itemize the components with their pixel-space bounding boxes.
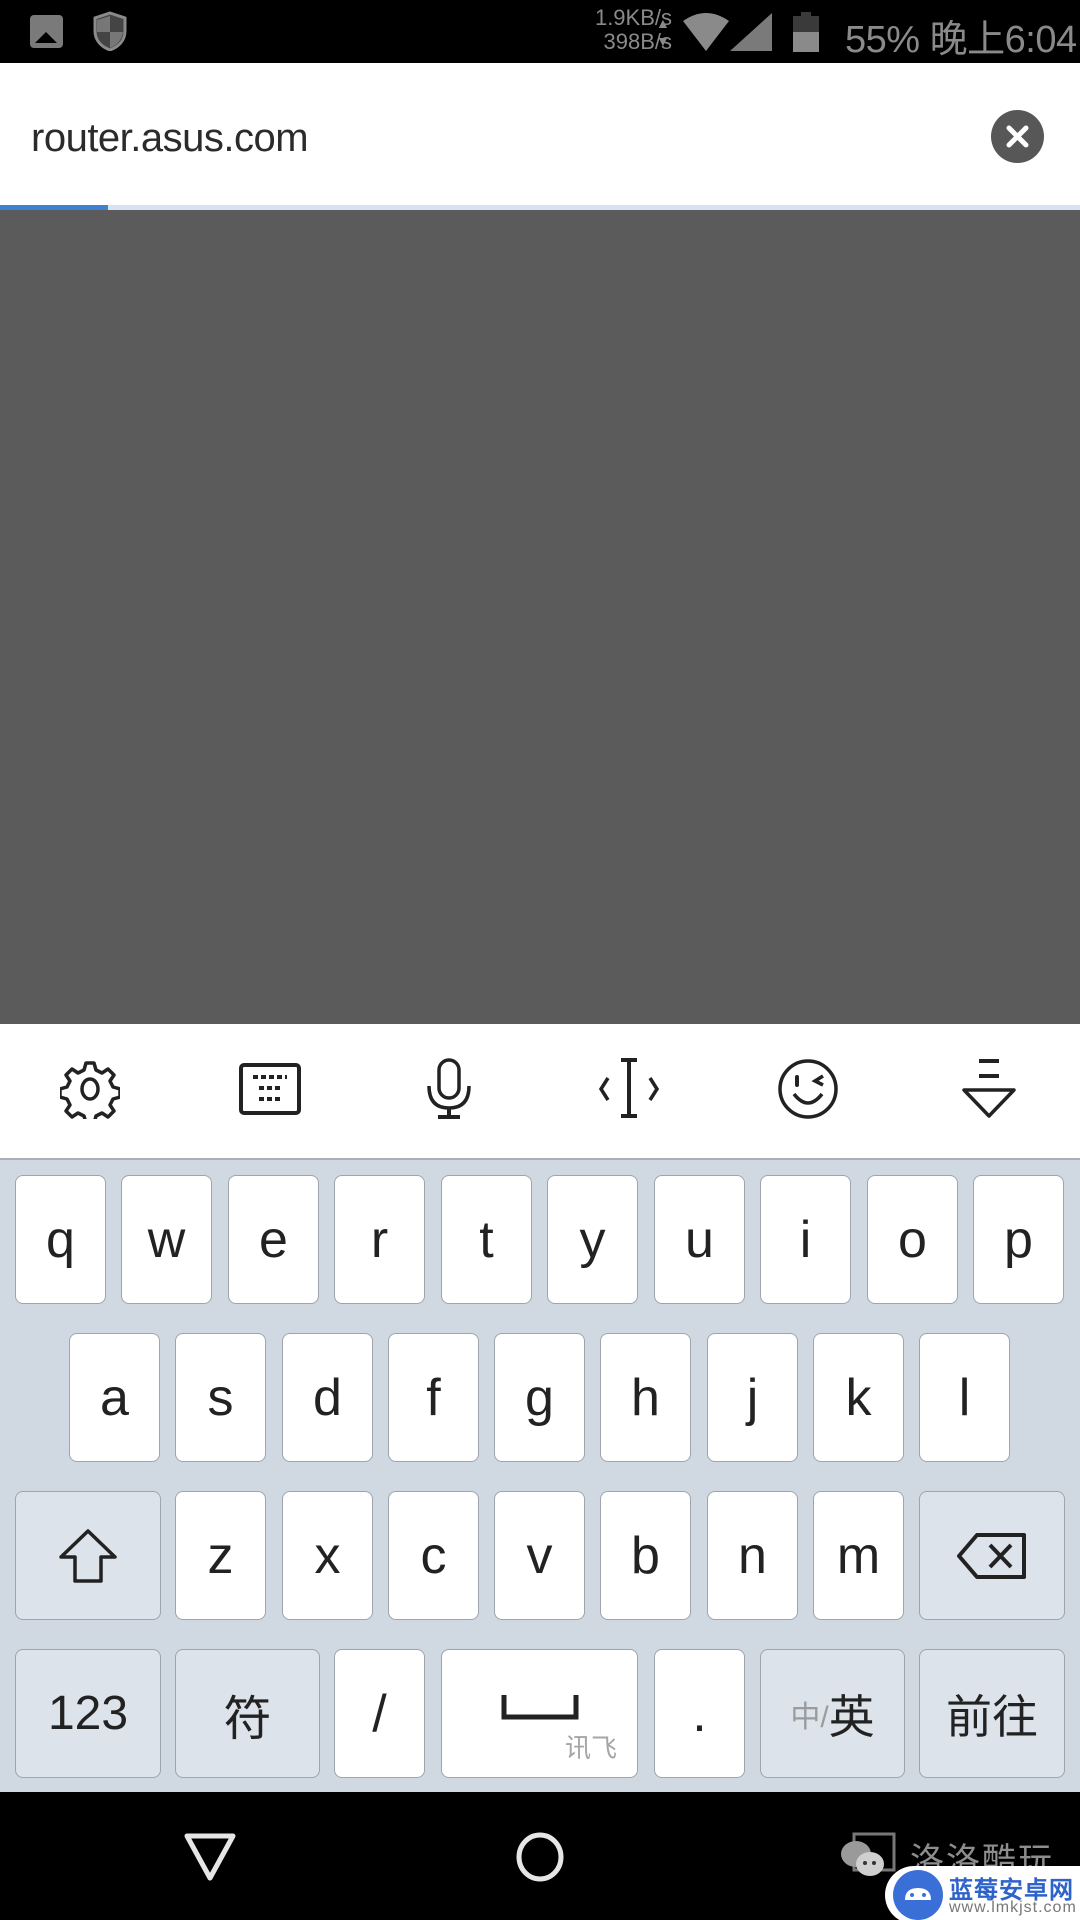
android-logo-icon (893, 1870, 943, 1920)
collapse-down-icon (962, 1059, 1016, 1118)
home-circle-icon (516, 1832, 564, 1882)
settings-button[interactable] (55, 1054, 125, 1124)
gallery-icon (30, 15, 63, 48)
battery-percent: 55% (845, 19, 920, 61)
key-o[interactable]: o (867, 1175, 958, 1304)
voice-input-button[interactable] (414, 1054, 484, 1124)
slash-key[interactable]: / (334, 1649, 425, 1778)
key-p[interactable]: p (973, 1175, 1064, 1304)
url-bar: router.asus.com (0, 63, 1080, 209)
shift-key[interactable] (15, 1491, 161, 1620)
numbers-key[interactable]: 123 (15, 1649, 161, 1778)
go-key[interactable]: 前往 (919, 1649, 1065, 1778)
key-y[interactable]: y (547, 1175, 638, 1304)
key-s[interactable]: s (175, 1333, 266, 1462)
period-key[interactable]: . (654, 1649, 745, 1778)
site-url: www.lmkjst.com (949, 1899, 1077, 1916)
space-ime-label: 讯飞 (564, 1733, 617, 1763)
soft-keyboard: q w e r t y u i o p a s d f g h j k l z … (0, 1160, 1080, 1792)
key-z[interactable]: z (175, 1491, 266, 1620)
key-a[interactable]: a (69, 1333, 160, 1462)
back-button[interactable] (175, 1822, 245, 1892)
key-k[interactable]: k (813, 1333, 904, 1462)
space-key[interactable]: 讯飞 (441, 1649, 638, 1778)
microphone-icon (427, 1058, 471, 1119)
symbols-key[interactable]: 符 (175, 1649, 320, 1778)
key-c[interactable]: c (388, 1491, 479, 1620)
backspace-icon (957, 1532, 1026, 1579)
language-switch-key[interactable]: 中/英 (760, 1649, 905, 1778)
web-page-content (0, 210, 1080, 1024)
key-m[interactable]: m (813, 1491, 904, 1620)
key-h[interactable]: h (600, 1333, 691, 1462)
text-cursor-icon (598, 1058, 660, 1118)
key-e[interactable]: e (228, 1175, 319, 1304)
battery-icon (793, 12, 819, 57)
lang-inactive: 中/ (790, 1700, 829, 1734)
key-n[interactable]: n (707, 1491, 798, 1620)
key-w[interactable]: w (121, 1175, 212, 1304)
lang-active: 英 (828, 1690, 875, 1743)
emoji-button[interactable] (773, 1054, 843, 1124)
keyboard-icon (239, 1063, 301, 1115)
key-r[interactable]: r (334, 1175, 425, 1304)
key-j[interactable]: j (707, 1333, 798, 1462)
key-d[interactable]: d (282, 1333, 373, 1462)
keyboard-layout-button[interactable] (235, 1054, 305, 1124)
shield-icon (92, 11, 128, 56)
clear-url-button[interactable] (991, 110, 1044, 163)
key-g[interactable]: g (494, 1333, 585, 1462)
battery-and-clock: 55% 晚上6:04 (845, 8, 1077, 63)
url-input[interactable]: router.asus.com (31, 116, 309, 161)
wink-face-icon (778, 1059, 838, 1119)
key-q[interactable]: q (15, 1175, 106, 1304)
shift-arrow-icon (59, 1528, 117, 1583)
key-x[interactable]: x (282, 1491, 373, 1620)
traffic-arrows-icon: ▲ ▼ (656, 15, 670, 49)
wifi-icon (683, 13, 729, 56)
gear-icon (60, 1061, 120, 1119)
key-f[interactable]: f (388, 1333, 479, 1462)
home-button[interactable] (505, 1822, 575, 1892)
wechat-icon (841, 1832, 896, 1876)
status-bar: 1.9KB/s 398B/s ▲ ▼ 55% 晚上6:04 (0, 0, 1080, 63)
keyboard-toolbar (0, 1024, 1080, 1160)
backspace-key[interactable] (919, 1491, 1065, 1620)
key-b[interactable]: b (600, 1491, 691, 1620)
cursor-move-button[interactable] (594, 1054, 664, 1124)
key-t[interactable]: t (441, 1175, 532, 1304)
hide-keyboard-button[interactable] (954, 1054, 1024, 1124)
key-l[interactable]: l (919, 1333, 1010, 1462)
close-circle-icon (1006, 125, 1029, 148)
clock: 晚上6:04 (929, 19, 1077, 61)
key-i[interactable]: i (760, 1175, 851, 1304)
key-u[interactable]: u (654, 1175, 745, 1304)
site-watermark: 蓝莓安卓网 www.lmkjst.com (885, 1866, 1080, 1920)
back-triangle-icon (184, 1833, 236, 1881)
space-bar-icon (501, 1694, 578, 1719)
key-v[interactable]: v (494, 1491, 585, 1620)
cell-signal-icon (730, 13, 772, 56)
